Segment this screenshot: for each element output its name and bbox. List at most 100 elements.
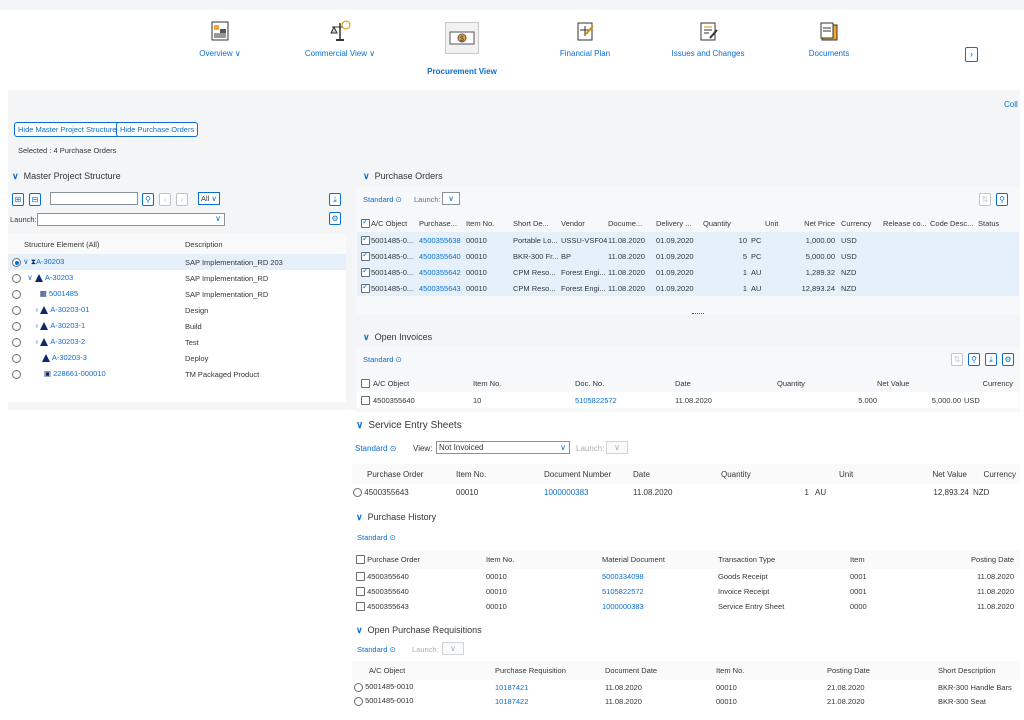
material-doc-link[interactable]: 5105822572 bbox=[602, 584, 718, 599]
table-row[interactable]: › A-30203-2 Test bbox=[8, 334, 346, 350]
select-all-checkbox[interactable] bbox=[361, 217, 370, 229]
mps-search-input[interactable] bbox=[50, 192, 138, 205]
expand-all-icon[interactable]: ⊞ bbox=[12, 193, 24, 206]
row-checkbox[interactable] bbox=[356, 572, 365, 582]
table-row[interactable]: ∨ A-30203 SAP Implementation_RD bbox=[8, 270, 346, 286]
row-radio[interactable] bbox=[354, 682, 363, 692]
opr-launch-select[interactable]: ∨ bbox=[442, 642, 464, 655]
row-radio[interactable] bbox=[12, 273, 21, 283]
table-row[interactable]: ▣ 228661-000010 TM Packaged Product bbox=[8, 366, 346, 382]
select-all-checkbox[interactable] bbox=[356, 555, 365, 565]
nav-issues-changes[interactable]: Issues and Changes bbox=[668, 20, 748, 58]
table-row[interactable]: 5001485-0... 4500355640 00010 BKR-300 Fr… bbox=[357, 248, 1019, 264]
structure-element[interactable]: A-30203-3 bbox=[52, 353, 87, 362]
search-icon[interactable]: ⚲ bbox=[996, 193, 1008, 206]
structure-element[interactable]: 228661-000010 bbox=[53, 369, 106, 378]
collapse-all-icon[interactable]: ⊟ bbox=[29, 193, 41, 206]
row-radio[interactable] bbox=[12, 257, 21, 267]
material-doc-link[interactable]: 5000334098 bbox=[602, 569, 718, 584]
sort-icon[interactable]: ⇅ bbox=[951, 353, 963, 366]
ses-launch-select[interactable]: ∨ bbox=[606, 441, 628, 454]
table-row[interactable]: › A-30203-01 Design bbox=[8, 302, 346, 318]
po-number-link[interactable]: 4500355643 bbox=[419, 280, 466, 296]
row-checkbox[interactable] bbox=[361, 250, 370, 261]
structure-element[interactable]: A-30203 bbox=[36, 257, 64, 266]
row-radio[interactable] bbox=[12, 289, 21, 299]
nav-overview[interactable]: Overview ∨ bbox=[194, 20, 246, 58]
row-radio[interactable] bbox=[12, 321, 21, 331]
nav-documents[interactable]: Documents bbox=[804, 20, 854, 58]
table-row[interactable]: 4500355640 00010 5105822572 Invoice Rece… bbox=[352, 584, 1020, 599]
select-all-checkbox[interactable] bbox=[361, 379, 370, 389]
settings-icon[interactable]: ⚙ bbox=[1002, 353, 1014, 366]
row-radio[interactable] bbox=[12, 305, 21, 315]
ses-header[interactable]: ∨ Service Entry Sheets bbox=[356, 420, 462, 431]
search-icon[interactable]: ⚲ bbox=[968, 353, 980, 366]
structure-element[interactable]: 5001485 bbox=[49, 289, 78, 298]
table-row[interactable]: › A-30203-1 Build bbox=[8, 318, 346, 334]
po-variant-select[interactable]: Standard ⊙ bbox=[363, 195, 402, 204]
nav-procurement-view[interactable]: $ Procurement View bbox=[426, 20, 498, 76]
row-radio[interactable] bbox=[353, 488, 362, 498]
settings-icon[interactable]: ⚙ bbox=[329, 212, 341, 225]
doc-number-link[interactable]: 1000000383 bbox=[544, 484, 633, 501]
requisition-link[interactable]: 10187421 bbox=[495, 680, 605, 694]
mps-launch-select[interactable]: ∨ bbox=[37, 213, 225, 226]
sort-icon[interactable]: ⇅ bbox=[979, 193, 991, 206]
structure-element[interactable]: A-30203-01 bbox=[50, 305, 89, 314]
oi-header[interactable]: ∨ Open Invoices bbox=[363, 332, 432, 343]
row-checkbox[interactable] bbox=[356, 602, 365, 612]
po-number-link[interactable]: 4500355640 bbox=[419, 248, 466, 264]
ses-view-select[interactable]: Not Invoiced ∨ bbox=[436, 441, 570, 454]
table-row[interactable]: 5001485-0... 4500355642 00010 CPM Reso..… bbox=[357, 264, 1019, 280]
collapse-link[interactable]: Coll bbox=[1004, 100, 1018, 109]
table-row[interactable]: 4500355643 00010 1000000383 Service Entr… bbox=[352, 599, 1020, 614]
export-icon[interactable]: ⤓ bbox=[985, 353, 997, 366]
row-radio[interactable] bbox=[354, 696, 363, 706]
table-row[interactable]: 4500355643 00010 1000000383 11.08.2020 1… bbox=[352, 484, 1020, 501]
row-radio[interactable] bbox=[12, 353, 21, 363]
table-row[interactable]: ∨ ⧗A-30203 SAP Implementation_RD 203 bbox=[8, 254, 346, 270]
table-row[interactable]: ▦ 5001485 SAP Implementation_RD bbox=[8, 286, 346, 302]
po-number-link[interactable]: 4500355642 bbox=[419, 264, 466, 280]
row-checkbox[interactable] bbox=[361, 395, 370, 405]
requisition-link[interactable]: 10187422 bbox=[495, 694, 605, 708]
doc-number-link[interactable]: 5105822572 bbox=[575, 392, 675, 408]
nav-next-button[interactable]: › bbox=[965, 47, 978, 62]
material-doc-link[interactable]: 1000000383 bbox=[602, 599, 718, 614]
table-row[interactable]: A-30203-3 Deploy bbox=[8, 350, 346, 366]
ph-variant-select[interactable]: Standard ⊙ bbox=[357, 533, 396, 542]
nav-financial-plan[interactable]: Financial Plan bbox=[556, 20, 614, 58]
row-radio[interactable] bbox=[12, 369, 21, 379]
resize-handle[interactable] bbox=[692, 313, 704, 315]
row-checkbox[interactable] bbox=[361, 282, 370, 293]
po-number-link[interactable]: 4500355638 bbox=[419, 232, 466, 248]
table-row[interactable]: 4500355640 00010 5000334098 Goods Receip… bbox=[352, 569, 1020, 584]
mps-filter-select[interactable]: All ∨ bbox=[198, 192, 220, 205]
ph-header[interactable]: ∨ Purchase History bbox=[356, 512, 436, 523]
table-row[interactable]: 5001485-0010 10187422 11.08.2020 00010 2… bbox=[352, 694, 1020, 708]
oi-variant-select[interactable]: Standard ⊙ bbox=[363, 355, 402, 364]
nav-commercial-view[interactable]: Commercial View ∨ bbox=[300, 20, 380, 58]
search-icon[interactable]: ⚲ bbox=[142, 193, 154, 206]
structure-element[interactable]: A-30203-1 bbox=[50, 321, 85, 330]
row-checkbox[interactable] bbox=[361, 266, 370, 277]
mps-header[interactable]: ∨ Master Project Structure bbox=[12, 171, 121, 182]
row-radio[interactable] bbox=[12, 337, 21, 347]
row-checkbox[interactable] bbox=[361, 234, 370, 245]
structure-element[interactable]: A-30203-2 bbox=[50, 337, 85, 346]
table-row[interactable]: 4500355640 10 5105822572 11.08.2020 5.00… bbox=[357, 392, 1019, 408]
table-row[interactable]: 5001485-0... 4500355643 00010 CPM Reso..… bbox=[357, 280, 1019, 296]
opr-variant-select[interactable]: Standard ⊙ bbox=[357, 645, 396, 654]
hide-purchase-orders-button[interactable]: Hide Purchase Orders bbox=[116, 122, 199, 137]
prev-icon[interactable]: ‹ bbox=[159, 193, 171, 206]
row-checkbox[interactable] bbox=[356, 587, 365, 597]
opr-header[interactable]: ∨ Open Purchase Requisitions bbox=[356, 625, 482, 636]
table-row[interactable]: 5001485-0... 4500355638 00010 Portable L… bbox=[357, 232, 1019, 248]
po-launch-select[interactable]: ∨ bbox=[442, 192, 460, 205]
hide-master-project-structure-button[interactable]: Hide Master Project Structure bbox=[14, 122, 121, 137]
ses-variant-select[interactable]: Standard ⊙ bbox=[355, 444, 396, 453]
table-row[interactable]: 5001485-0010 10187421 11.08.2020 00010 2… bbox=[352, 680, 1020, 694]
po-header[interactable]: ∨ Purchase Orders bbox=[363, 171, 443, 182]
export-icon[interactable]: ⤓ bbox=[329, 193, 341, 206]
